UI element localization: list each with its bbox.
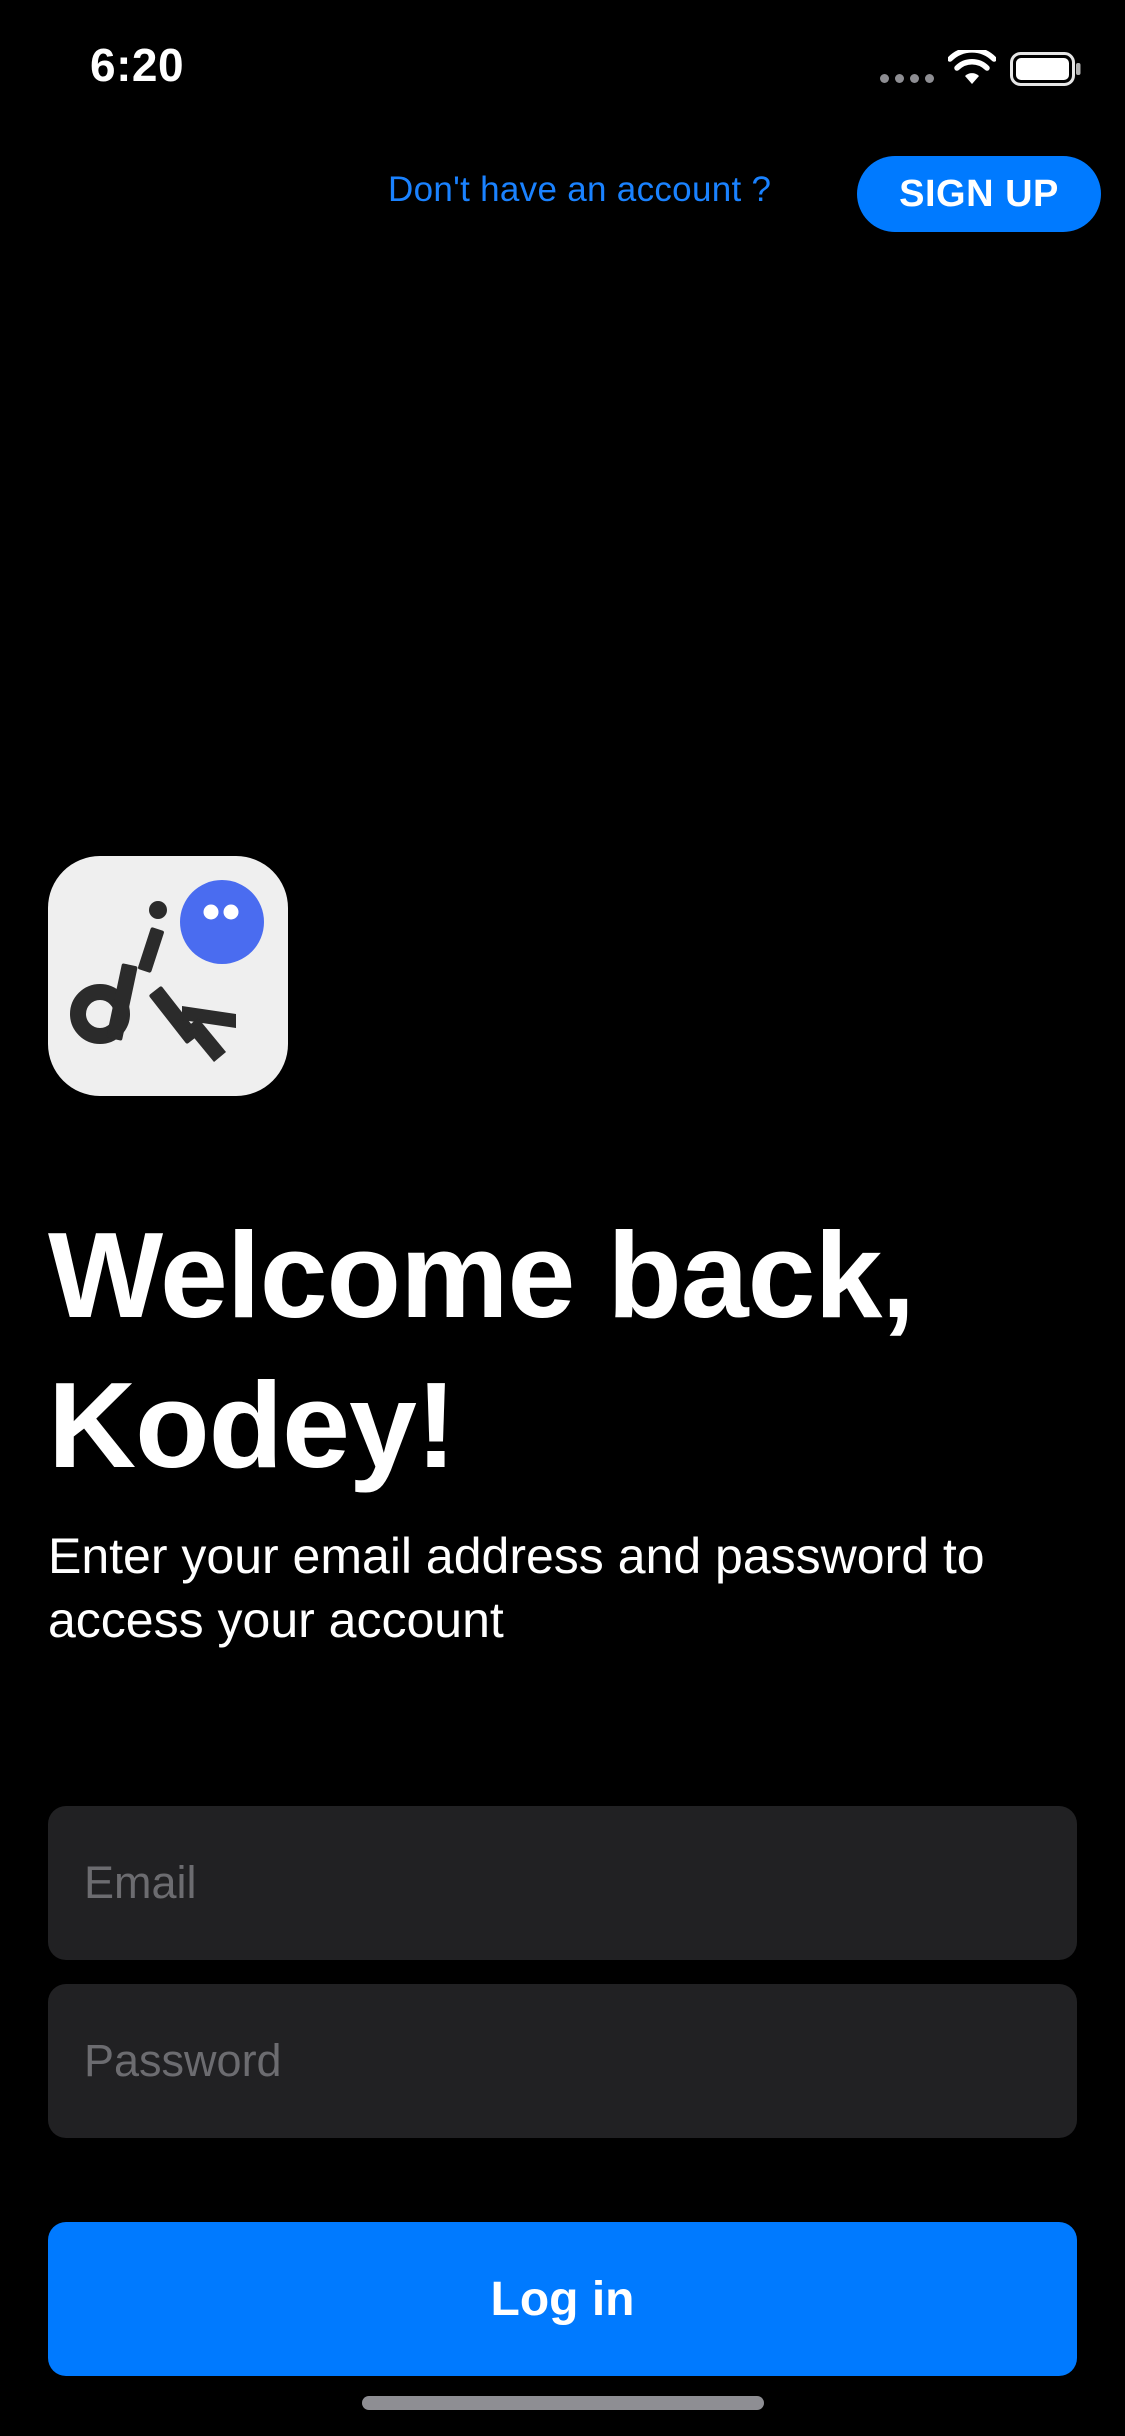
status-bar: 6:20 xyxy=(0,0,1125,132)
signup-prompt-link[interactable]: Don't have an account ? xyxy=(388,170,771,210)
sign-up-button[interactable]: SIGN UP xyxy=(857,156,1101,232)
email-field[interactable] xyxy=(48,1806,1077,1960)
logo-mark xyxy=(70,880,264,1062)
cellular-signal-icon xyxy=(880,74,934,83)
status-time: 6:20 xyxy=(90,39,185,91)
app-logo-icon xyxy=(48,856,288,1096)
password-field[interactable] xyxy=(48,1984,1077,2138)
welcome-title: Welcome back, Kodey! xyxy=(48,1207,915,1493)
wifi-icon xyxy=(948,50,996,84)
login-button[interactable]: Log in xyxy=(48,2222,1077,2376)
battery-icon xyxy=(1010,52,1081,86)
welcome-subtitle: Enter your email address and password to… xyxy=(48,1528,985,1648)
home-indicator[interactable] xyxy=(362,2396,764,2410)
